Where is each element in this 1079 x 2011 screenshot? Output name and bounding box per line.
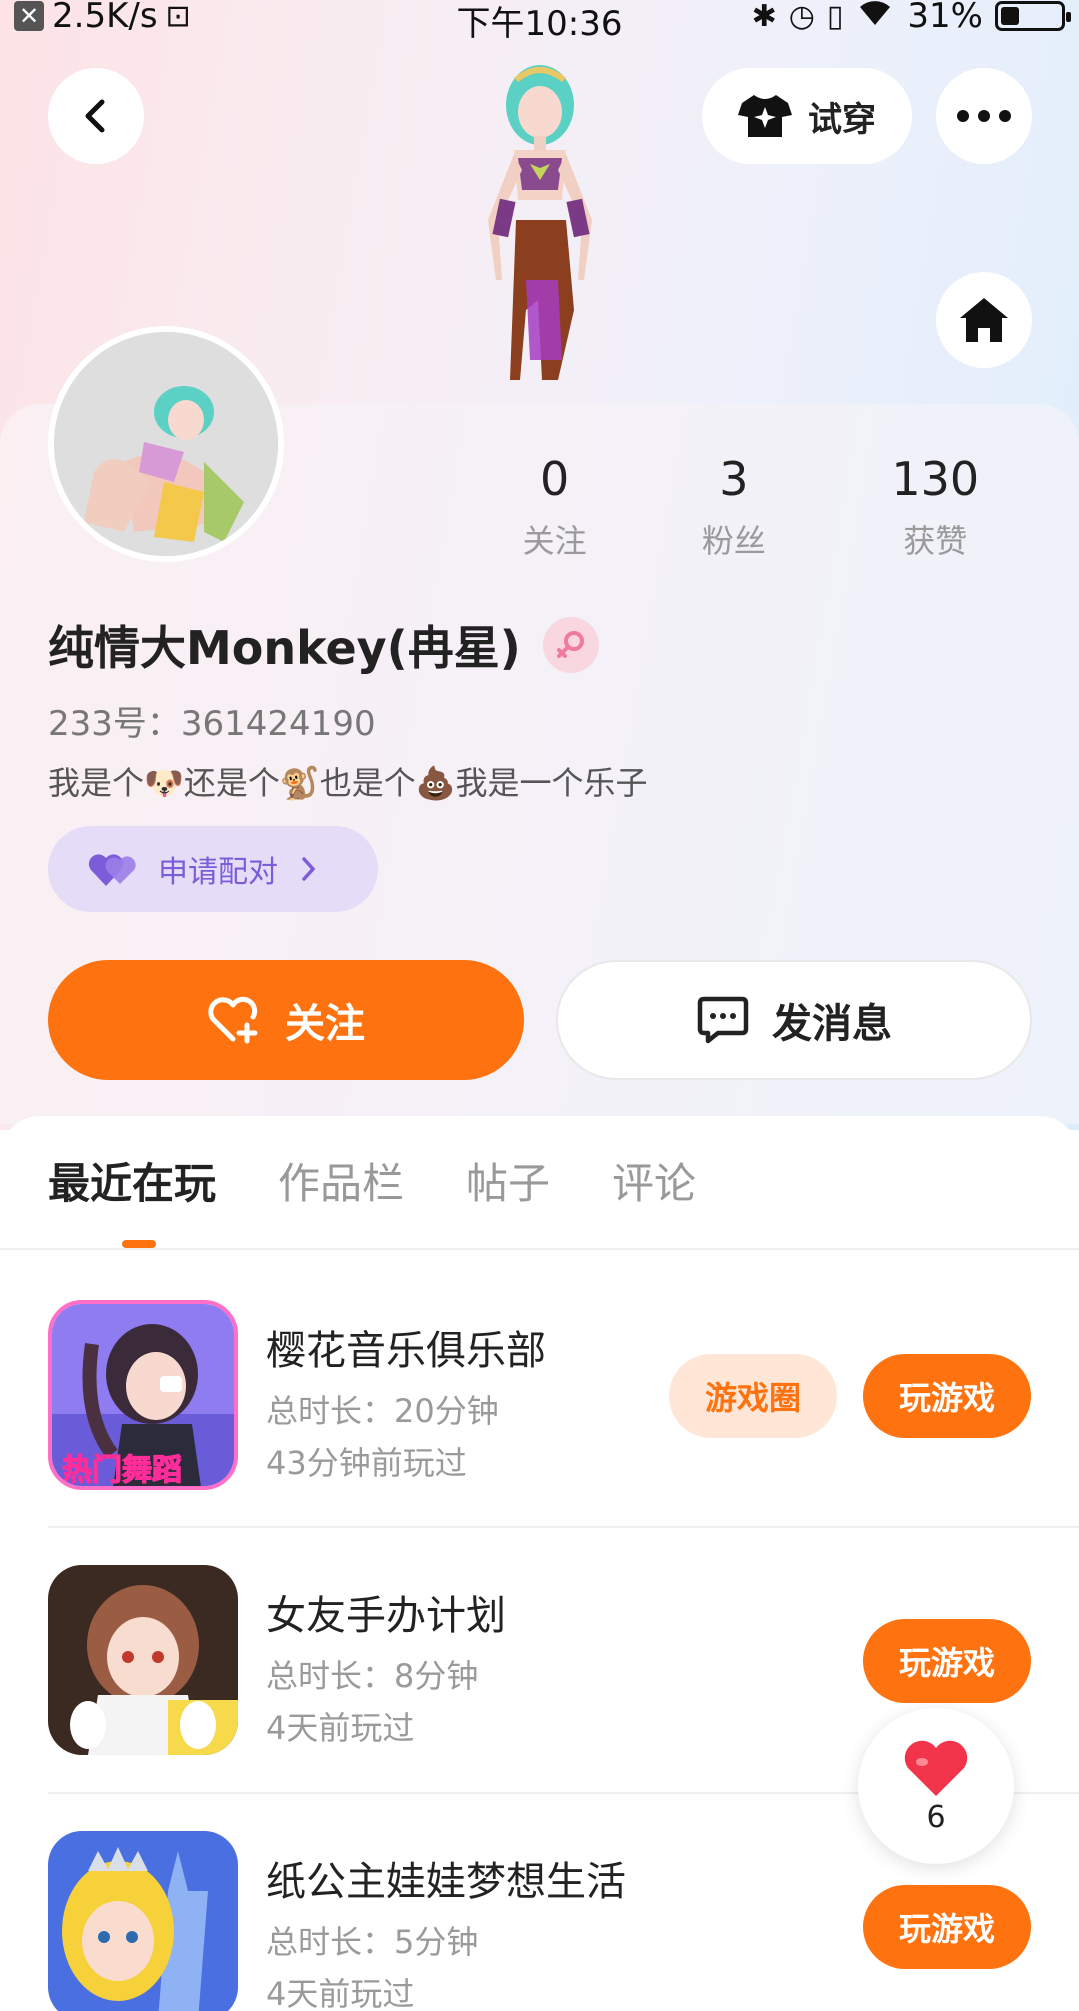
game-name: 樱花音乐俱乐部 — [266, 1328, 546, 1374]
game-total-time: 总时长：20分钟 — [266, 1392, 499, 1430]
apply-pair-label: 申请配对 — [158, 855, 278, 890]
game-icon — [48, 1831, 238, 2011]
play-game-button[interactable]: 玩游戏 — [863, 1354, 1031, 1438]
battery-icon — [995, 1, 1071, 31]
alarm-icon: ◷ — [788, 0, 815, 34]
active-tab-indicator — [122, 1240, 156, 1248]
home-button[interactable] — [936, 272, 1032, 368]
apply-pair-button[interactable]: 申请配对 — [48, 826, 378, 912]
profile-tabs: 最近在玩 作品栏 帖子 评论 — [48, 1150, 696, 1211]
tab-comments[interactable]: 评论 — [612, 1150, 696, 1211]
more-dots-icon — [957, 110, 1011, 122]
game-total-time: 总时长：5分钟 — [266, 1923, 479, 1961]
game-last-played: 4天前玩过 — [266, 1709, 415, 1747]
tab-recently-played[interactable]: 最近在玩 — [48, 1150, 216, 1211]
double-heart-icon — [88, 854, 136, 886]
follow-label: 关注 — [285, 1001, 365, 1047]
stat-following[interactable]: 0 关注 — [476, 452, 633, 562]
game-last-played: 4天前玩过 — [266, 1975, 415, 2011]
stat-label: 关注 — [522, 522, 587, 560]
stat-value: 0 — [539, 452, 570, 506]
tshirt-icon — [738, 95, 792, 137]
send-message-button[interactable]: 发消息 — [556, 960, 1032, 1080]
home-icon — [960, 298, 1008, 342]
stat-label: 获赞 — [903, 522, 968, 560]
user-id: 233号：361424190 — [48, 704, 376, 744]
game-total-time: 总时长：8分钟 — [266, 1657, 479, 1695]
game-icon-badge: 热门舞蹈 — [62, 1453, 182, 1488]
back-button[interactable] — [48, 68, 144, 164]
avatar-character-image — [430, 50, 650, 400]
heart-icon — [904, 1740, 968, 1796]
stat-value: 3 — [719, 452, 749, 506]
wifi-icon — [855, 0, 895, 36]
user-bio: 我是个🐶还是个🐒也是个💩我是一个乐子 — [48, 764, 648, 802]
username-row: 纯情大Monkey(冉星) — [48, 612, 599, 678]
stat-followers[interactable]: 3 粉丝 — [633, 452, 834, 562]
heart-plus-icon — [208, 996, 258, 1044]
stat-label: 粉丝 — [701, 522, 766, 560]
more-button[interactable] — [936, 68, 1032, 164]
like-count: 6 — [926, 1799, 946, 1835]
chat-bubble-icon — [697, 996, 749, 1044]
chevron-right-icon — [302, 857, 316, 881]
stat-likes[interactable]: 130 获赞 — [835, 452, 1036, 562]
game-last-played: 43分钟前玩过 — [266, 1444, 467, 1482]
female-gender-icon — [542, 617, 599, 673]
stat-value: 130 — [891, 452, 980, 506]
profile-stats: 0 关注 3 粉丝 130 获赞 — [476, 452, 1036, 562]
bluetooth-icon: ✱ — [751, 0, 777, 34]
username: 纯情大Monkey(冉星) — [48, 621, 521, 675]
row-divider — [48, 1526, 1079, 1528]
game-icon — [48, 1565, 238, 1755]
game-name: 女友手办计划 — [266, 1593, 506, 1639]
send-message-label: 发消息 — [772, 1001, 892, 1047]
try-on-button[interactable]: 试穿 — [702, 68, 912, 164]
vibrate-icon: ▯ — [826, 0, 844, 34]
play-game-button[interactable]: 玩游戏 — [863, 1885, 1031, 1969]
tab-works[interactable]: 作品栏 — [278, 1150, 404, 1211]
game-name: 纸公主娃娃梦想生活 — [266, 1859, 626, 1905]
game-circle-button[interactable]: 游戏圈 — [669, 1354, 837, 1438]
user-avatar[interactable] — [48, 326, 284, 562]
play-game-button[interactable]: 玩游戏 — [863, 1619, 1031, 1703]
status-bar: ✕ 2.5K/s ⊡ 下午10:36 ✱ ◷ ▯ 31% — [0, 0, 1079, 44]
tabs-divider — [0, 1248, 1079, 1250]
game-icon: 热门舞蹈 — [48, 1300, 238, 1490]
chevron-left-icon — [85, 99, 105, 133]
tab-posts[interactable]: 帖子 — [466, 1150, 550, 1211]
try-on-label: 试穿 — [808, 99, 876, 140]
battery-percent: 31% — [907, 0, 983, 36]
game-list-item[interactable]: 热门舞蹈 樱花音乐俱乐部 总时长：20分钟 43分钟前玩过 游戏圈 玩游戏 — [48, 1300, 1079, 1490]
floating-like-button[interactable]: 6 — [858, 1708, 1014, 1864]
follow-button[interactable]: 关注 — [48, 960, 524, 1080]
